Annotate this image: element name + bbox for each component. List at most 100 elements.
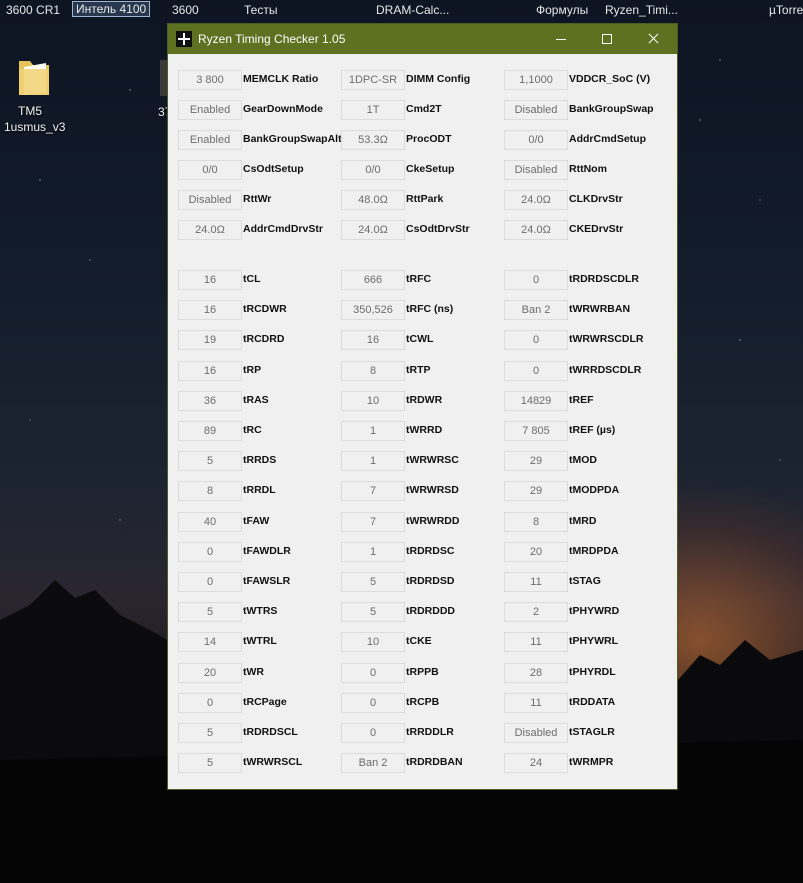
param-label: RttNom [569, 163, 607, 175]
value-field[interactable]: 8 [504, 511, 568, 532]
value-field[interactable]: 0 [504, 270, 568, 290]
param-label: tRC [243, 424, 262, 436]
value-field[interactable]: 1 [341, 451, 405, 472]
value-field[interactable]: Disabled [504, 723, 568, 743]
param-label: tWRWRSCL [243, 756, 303, 769]
value-field[interactable]: 666 [341, 270, 405, 290]
value-field[interactable]: 1T [341, 100, 405, 120]
value-field[interactable]: 16 [341, 330, 405, 351]
value-field[interactable]: 8 [178, 481, 242, 502]
value-field[interactable]: 5 [341, 572, 405, 592]
value-field[interactable]: 19 [178, 330, 242, 351]
value-field[interactable]: Enabled [178, 130, 242, 150]
value-field[interactable]: 0 [178, 692, 242, 713]
value-field[interactable]: 5 [178, 602, 242, 623]
value-field[interactable]: 7 [341, 481, 405, 502]
value-field[interactable]: 24 [504, 753, 568, 774]
value-field[interactable]: Disabled [504, 100, 568, 120]
value-field[interactable]: 24.0Ω [504, 190, 568, 210]
value-field[interactable]: 14829 [504, 390, 568, 411]
taskbar-item[interactable]: Интель 4100 [72, 1, 151, 17]
taskbar-item[interactable]: 3600 CR1 [6, 3, 60, 17]
close-button[interactable] [630, 24, 676, 54]
taskbar-item[interactable]: Ryzen_Timi... [605, 3, 678, 17]
value-field[interactable]: 0/0 [341, 160, 405, 180]
grid-row: 5 tRRDS 1 tWRWRSC 29 tMOD [168, 451, 677, 472]
param-label: CsOdtSetup [243, 163, 304, 175]
maximize-button[interactable] [584, 24, 630, 54]
value-field[interactable]: 7 805 [504, 421, 568, 441]
value-field[interactable]: 11 [504, 572, 568, 592]
value-field[interactable]: 89 [178, 421, 242, 441]
value-field[interactable]: Enabled [178, 100, 242, 120]
value-field[interactable]: Ban 2 [504, 300, 568, 321]
param-label: tRDRDSCL [243, 726, 298, 738]
value-field[interactable]: Ban 2 [341, 753, 405, 774]
value-field[interactable]: 0 [178, 541, 242, 562]
value-field[interactable]: 16 [178, 300, 242, 321]
taskbar-item[interactable]: DRAM-Calc... [376, 3, 449, 17]
value-field[interactable]: 1,1000 [504, 70, 568, 90]
grid-row: 3 800 MEMCLK Ratio 1DPC-SR DIMM Config 1,100… [168, 70, 677, 90]
taskbar-item[interactable]: Формулы [536, 3, 588, 17]
param-label: tRDRDSD [406, 575, 455, 587]
param-label: GearDownMode [243, 103, 323, 115]
param-label: CLKDrvStr [569, 193, 623, 205]
taskbar-item[interactable]: 3600 [172, 3, 199, 17]
timing-grid: 3 800 MEMCLK Ratio 1DPC-SR DIMM Config 1,100… [168, 54, 677, 789]
taskbar-item[interactable]: Тесты [244, 3, 277, 17]
value-field[interactable]: 8 [341, 360, 405, 381]
value-field[interactable]: Disabled [178, 190, 242, 210]
value-field[interactable]: 20 [504, 541, 568, 562]
value-field[interactable]: 10 [341, 632, 405, 653]
desktop-icon-tm5[interactable]: TM5 1usmus_v3 [4, 55, 65, 135]
value-field[interactable]: 24.0Ω [504, 220, 568, 240]
value-field[interactable]: 0 [341, 662, 405, 683]
value-field[interactable]: 24.0Ω [178, 220, 242, 240]
value-field[interactable]: 0/0 [178, 160, 242, 180]
value-field[interactable]: 11 [504, 692, 568, 713]
minimize-button[interactable] [538, 24, 584, 54]
value-field[interactable]: 0 [504, 330, 568, 351]
value-field[interactable]: 48.0Ω [341, 190, 405, 210]
value-field[interactable]: 350,526 [341, 300, 405, 321]
value-field[interactable]: 36 [178, 390, 242, 411]
value-field[interactable]: 0 [341, 692, 405, 713]
value-field[interactable]: 14 [178, 632, 242, 653]
taskbar-item[interactable]: µTorre [769, 3, 803, 17]
value-field[interactable]: 29 [504, 451, 568, 472]
param-label: tMOD [569, 454, 597, 467]
value-field[interactable]: 7 [341, 511, 405, 532]
value-field[interactable]: 5 [178, 723, 242, 743]
param-label: tFAWSLR [243, 575, 291, 587]
grid-row: 16 tRP 8 tRTP 0 tWRRDSCDLR [168, 360, 677, 381]
value-field[interactable]: 16 [178, 360, 242, 381]
param-label: tCWL [406, 333, 434, 346]
value-field[interactable]: 20 [178, 662, 242, 683]
value-field[interactable]: 16 [178, 270, 242, 290]
value-field[interactable]: 5 [341, 602, 405, 623]
value-field[interactable]: 5 [178, 753, 242, 774]
value-field[interactable]: 1 [341, 541, 405, 562]
value-field[interactable]: 53.3Ω [341, 130, 405, 150]
value-field[interactable]: 2 [504, 602, 568, 623]
value-field[interactable]: 0 [178, 572, 242, 592]
value-field[interactable]: 1DPC-SR [341, 70, 405, 90]
value-field[interactable]: 0/0 [504, 130, 568, 150]
param-label: tFAWDLR [243, 544, 291, 557]
title-bar[interactable]: Ryzen Timing Checker 1.05 [168, 24, 677, 54]
value-field[interactable]: 0 [341, 723, 405, 743]
value-field[interactable]: 29 [504, 481, 568, 502]
value-field[interactable]: 1 [341, 421, 405, 441]
grid-row: Enabled GearDownMode 1T Cmd2T Disabled BankGr… [168, 100, 677, 120]
value-field[interactable]: 3 800 [178, 70, 242, 90]
value-field[interactable]: 11 [504, 632, 568, 653]
value-field[interactable]: 40 [178, 511, 242, 532]
value-field[interactable]: 0 [504, 360, 568, 381]
value-field[interactable]: Disabled [504, 160, 568, 180]
value-field[interactable]: 5 [178, 451, 242, 472]
param-label: tWRMPR [569, 756, 614, 769]
value-field[interactable]: 24.0Ω [341, 220, 405, 240]
value-field[interactable]: 10 [341, 390, 405, 411]
value-field[interactable]: 28 [504, 662, 568, 683]
